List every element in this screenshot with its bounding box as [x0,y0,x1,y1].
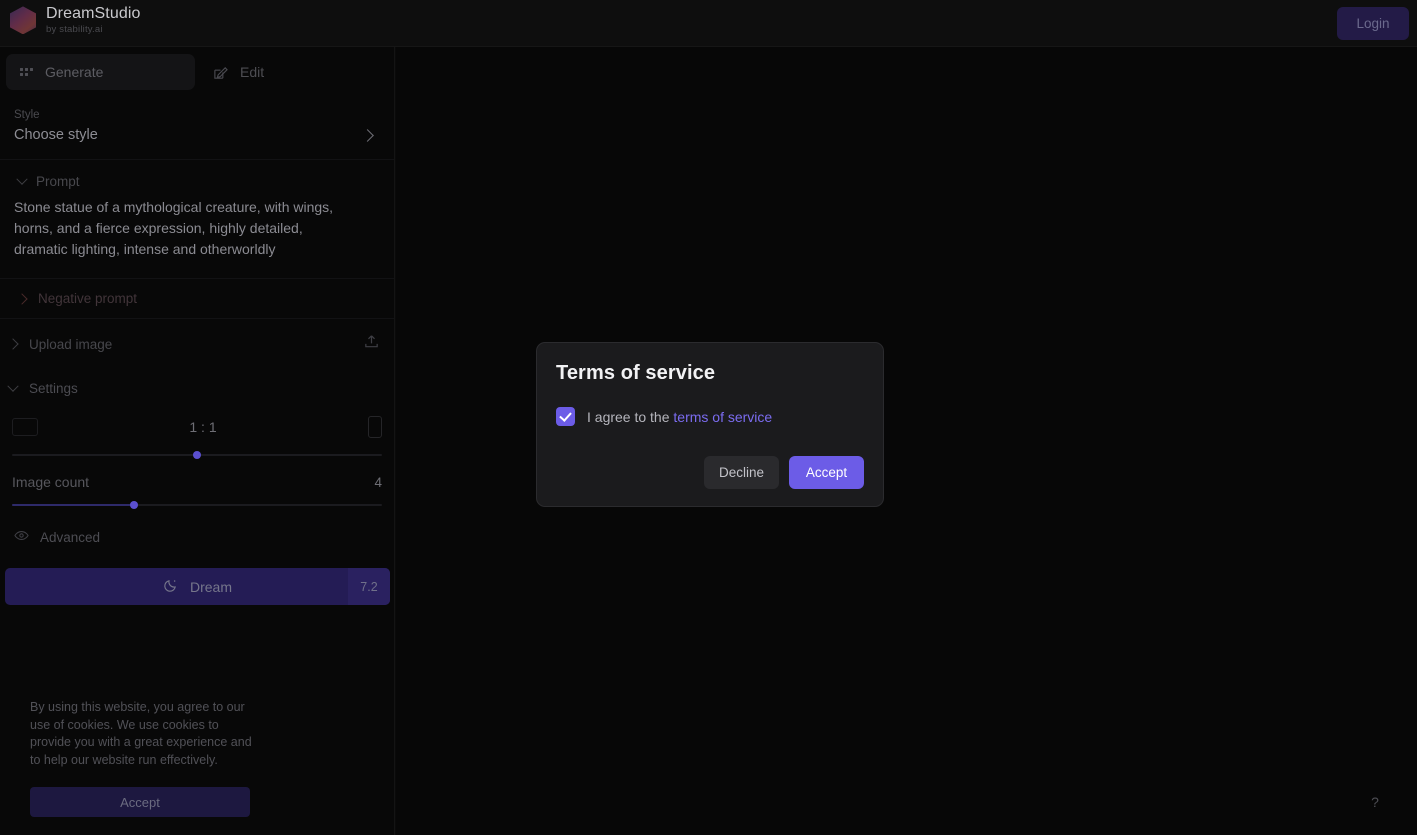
style-section-label: Style [14,109,40,121]
style-value: Choose style [14,127,98,143]
tab-generate[interactable]: Generate [6,54,195,90]
terms-of-service-link[interactable]: terms of service [673,409,772,425]
image-count-slider[interactable] [12,501,382,509]
negative-prompt-header[interactable]: Negative prompt [0,279,394,318]
dreamstudio-logo-icon [10,6,36,35]
chevron-right-icon [361,128,374,142]
sidebar: Generate Edit Style Choose style Prompt … [0,47,395,835]
app-root: DreamStudio by stability.ai Login Genera… [0,0,1417,835]
dream-credits-badge: 7.2 [348,568,390,605]
tab-generate-label: Generate [45,64,104,80]
portrait-icon[interactable] [368,416,382,438]
landscape-icon[interactable] [12,418,38,436]
image-count-slider-thumb[interactable] [130,501,139,509]
upload-image-title: Upload image [29,336,113,352]
cookie-notice: By using this website, you agree to our … [0,677,285,835]
brand-text: DreamStudio by stability.ai [46,5,141,35]
aspect-ratio-head: 1 : 1 [12,414,382,440]
image-count-label: Image count [12,474,90,490]
image-count-head: Image count 4 [12,474,382,490]
aspect-ratio-slider[interactable] [12,451,382,459]
agree-checkbox[interactable] [556,407,575,426]
dream-button[interactable]: Dream 7.2 [5,568,390,605]
tab-edit[interactable]: Edit [199,54,282,90]
settings-title: Settings [29,381,78,396]
advanced-toggle[interactable]: Advanced [0,506,394,556]
advanced-label: Advanced [40,529,101,545]
eye-icon [14,528,29,546]
settings-header[interactable]: Settings [0,369,394,406]
agree-prefix: I agree to the [587,408,674,425]
agree-row: I agree to the terms of service [556,407,864,426]
dialog-actions: Decline Accept [704,456,864,489]
prompt-input[interactable]: Stone statue of a mythological creature,… [0,197,370,278]
decline-button[interactable]: Decline [704,456,779,489]
chevron-right-icon [16,292,28,305]
accept-button[interactable]: Accept [789,456,864,489]
negative-prompt-title: Negative prompt [38,291,138,306]
dialog-title: Terms of service [556,362,716,384]
style-selector[interactable]: Choose style [0,123,394,159]
brand[interactable]: DreamStudio by stability.ai [10,5,141,35]
grid-icon [20,68,33,76]
app-subtitle: by stability.ai [46,23,103,35]
top-bar: DreamStudio by stability.ai Login [0,0,1417,47]
upload-icon[interactable] [363,333,380,355]
chevron-right-icon [7,338,19,350]
dream-button-label: Dream [189,578,232,595]
upload-image-header[interactable]: Upload image [0,319,394,369]
tab-bar: Generate Edit [0,47,394,97]
image-count-value: 4 [374,475,382,490]
aspect-ratio-slider-thumb[interactable] [193,451,201,459]
cookie-notice-text: By using this website, you agree to our … [30,700,252,767]
aspect-ratio-value: 1 : 1 [189,419,217,435]
prompt-header[interactable]: Prompt [0,160,394,197]
chevron-down-icon [7,380,19,392]
agree-text: I agree to the terms of service [587,409,772,425]
help-icon[interactable]: ? [1365,792,1385,812]
chevron-down-icon [16,173,28,185]
app-title: DreamStudio [46,5,141,22]
prompt-title: Prompt [36,174,80,189]
terms-of-service-dialog: Terms of service I agree to the terms of… [536,342,884,507]
login-button[interactable]: Login [1337,7,1409,40]
image-count-slider-fill [12,504,135,506]
cookie-accept-button[interactable]: Accept [30,787,250,817]
pencil-square-icon [213,65,228,80]
image-count-block: Image count 4 [0,456,394,509]
moon-icon [163,578,178,596]
aspect-ratio-block: 1 : 1 [0,406,394,459]
tab-edit-label: Edit [240,64,265,80]
